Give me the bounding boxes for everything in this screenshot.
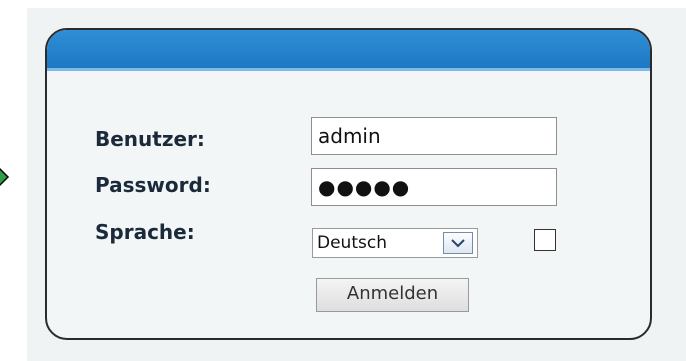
login-button[interactable]: Anmelden bbox=[316, 278, 469, 312]
remember-checkbox[interactable] bbox=[534, 229, 556, 251]
login-header-stripe bbox=[47, 68, 650, 71]
arrow-right-icon bbox=[0, 167, 10, 187]
login-panel: Benutzer: admin Password: ●●●●● Sprache:… bbox=[45, 28, 652, 340]
language-select-value: Deutsch bbox=[317, 233, 387, 253]
language-select[interactable]: Deutsch bbox=[312, 228, 478, 258]
password-label: Password: bbox=[95, 173, 211, 197]
chevron-down-icon bbox=[451, 239, 465, 248]
language-dropdown-button[interactable] bbox=[443, 232, 473, 254]
username-label: Benutzer: bbox=[95, 127, 205, 151]
login-header-bar bbox=[47, 30, 650, 68]
language-label: Sprache: bbox=[95, 220, 195, 244]
username-input[interactable]: admin bbox=[311, 117, 557, 155]
password-input[interactable]: ●●●●● bbox=[311, 168, 557, 206]
